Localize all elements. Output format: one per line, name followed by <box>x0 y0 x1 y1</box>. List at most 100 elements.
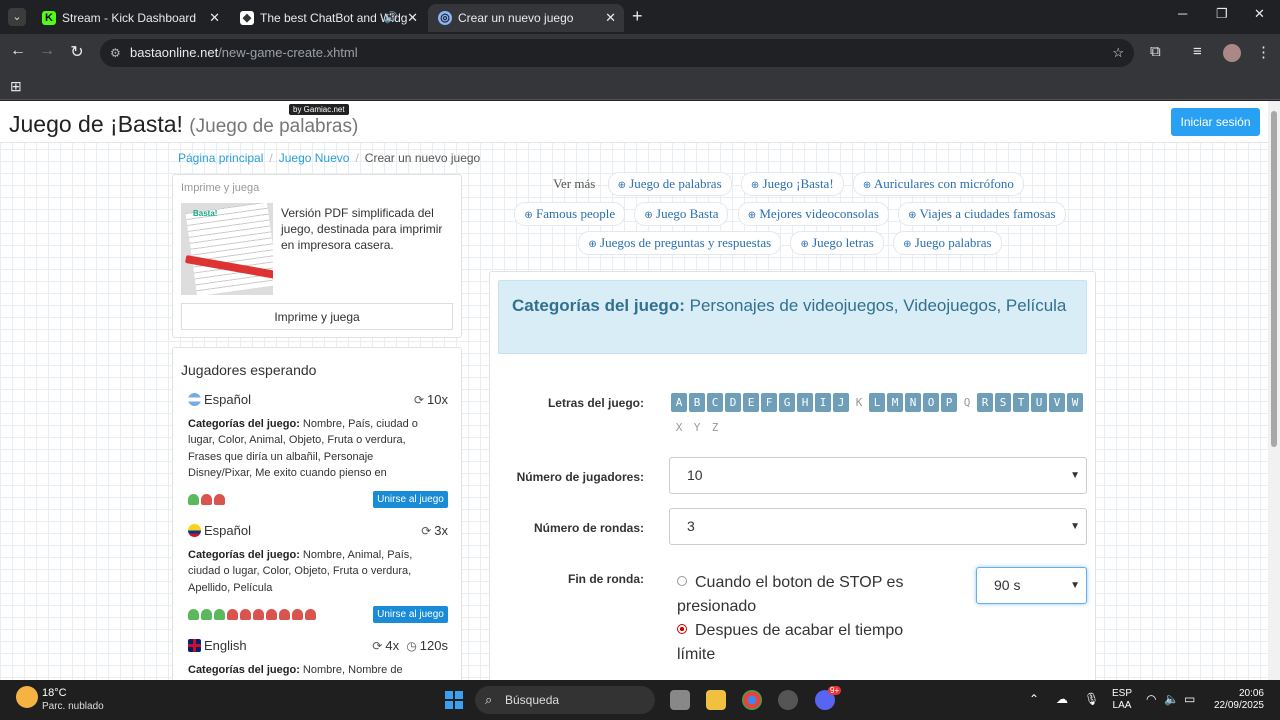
letter-toggle-k[interactable]: K <box>851 393 867 412</box>
letter-toggle-l[interactable]: L <box>869 393 885 412</box>
print-image-logo: Basta! <box>193 209 218 218</box>
tab-search-button[interactable]: ⌄ <box>8 8 26 26</box>
letter-toggle-h[interactable]: H <box>797 393 813 412</box>
taskbar-search[interactable]: ⌕ Búsqueda <box>475 686 655 714</box>
letter-toggle-r[interactable]: R <box>977 393 993 412</box>
extensions-icon[interactable]: ⧉ <box>1150 43 1161 60</box>
gamiac-badge[interactable]: by Gamiac.net <box>289 104 349 115</box>
letter-toggle-t[interactable]: T <box>1013 393 1029 412</box>
file-explorer-icon[interactable] <box>706 690 726 710</box>
letter-toggle-b[interactable]: B <box>689 393 705 412</box>
join-game-button[interactable]: Unirse al juego <box>373 606 448 623</box>
input-language[interactable]: ESP LAA <box>1112 688 1132 712</box>
address-bar[interactable]: ⚙ bastaonline.net/new-game-create.xhtml … <box>100 39 1134 67</box>
tag-link[interactable]: ⊕ Famous people <box>514 202 626 226</box>
letter-toggle-i[interactable]: I <box>815 393 831 412</box>
windows-start-icon[interactable] <box>445 691 463 709</box>
players-select[interactable]: 10 ▼ <box>669 457 1087 494</box>
letter-toggle-g[interactable]: G <box>779 393 795 412</box>
system-clock[interactable]: 20:06 22/09/2025 <box>1212 688 1264 712</box>
print-button[interactable]: Imprime y juega <box>181 303 453 330</box>
letter-toggle-d[interactable]: D <box>725 393 741 412</box>
volume-icon[interactable]: 🔈 <box>1164 692 1179 706</box>
login-button[interactable]: Iniciar sesión <box>1171 108 1260 136</box>
minimize-icon[interactable]: ─ <box>1178 6 1187 21</box>
room-card[interactable]: Español ⟳ 3x Categorías del juego: Nombre… <box>188 523 448 643</box>
radio-checked[interactable] <box>677 624 687 634</box>
letter-toggle-q[interactable]: Q <box>959 393 975 412</box>
print-game-image[interactable]: Basta! <box>181 203 273 295</box>
close-tab-icon[interactable]: ✕ <box>407 4 418 32</box>
close-tab-icon[interactable]: ✕ <box>209 4 220 32</box>
letter-toggle-x[interactable]: X <box>671 418 687 437</box>
letter-toggle-y[interactable]: Y <box>689 418 705 437</box>
close-window-icon[interactable]: ✕ <box>1254 6 1265 22</box>
tab-crear-juego[interactable]: ◎ Crear un nuevo juego ✕ <box>428 4 624 32</box>
letter-toggle-n[interactable]: N <box>905 393 921 412</box>
letter-toggle-w[interactable]: W <box>1067 393 1083 412</box>
onedrive-icon[interactable]: ☁ <box>1056 692 1068 706</box>
tag-link[interactable]: ⊕ Juego palabras <box>893 231 1002 255</box>
tag-link[interactable]: ⊕ Juegos de preguntas y respuestas <box>578 231 782 255</box>
tag-link[interactable]: ⊕ Juego ¡Basta! <box>740 172 844 196</box>
forward-icon[interactable]: → <box>36 42 58 60</box>
new-tab-button[interactable]: + <box>632 6 643 27</box>
site-title[interactable]: Juego de ¡Basta! (Juego de palabras) <box>9 111 358 138</box>
room-card[interactable]: English ⟳ 4x ◷ 120s Categorías del juego: … <box>188 638 448 678</box>
letter-toggle-c[interactable]: C <box>707 393 723 412</box>
room-rounds: 3x <box>434 523 448 538</box>
room-card[interactable]: Español ⟳ 10x Categorías del juego: Nombr… <box>188 392 448 512</box>
rounds-select[interactable]: 3 ▼ <box>669 508 1087 545</box>
tag-link[interactable]: ⊕ Juego Basta <box>634 202 729 226</box>
tag-link[interactable]: ⊕ Juego de palabras <box>607 172 732 196</box>
time-limit-select[interactable]: 90 s ▼ <box>976 567 1087 604</box>
end-option-stop[interactable]: Cuando el boton de STOP es presionado <box>677 571 937 619</box>
tag-link[interactable]: ⊕ Viajes a ciudades famosas <box>898 202 1066 226</box>
menu-icon[interactable]: ⋮ <box>1256 43 1271 61</box>
chrome-icon[interactable] <box>742 690 762 710</box>
page-scrollbar[interactable] <box>1268 101 1280 680</box>
tag-link[interactable]: ⊕ Auriculares con micrófono <box>852 172 1024 196</box>
letter-toggle-f[interactable]: F <box>761 393 777 412</box>
join-game-button[interactable]: Unirse al juego <box>373 491 448 508</box>
tag-link[interactable]: ⊕ Mejores videoconsolas <box>737 202 889 226</box>
room-categories: Categorías del juego: Nombre, País, ciud… <box>188 418 418 479</box>
site-info-icon[interactable]: ⚙ <box>110 39 121 67</box>
letter-toggle-v[interactable]: V <box>1049 393 1065 412</box>
letter-toggle-e[interactable]: E <box>743 393 759 412</box>
profile-avatar[interactable] <box>1223 44 1241 62</box>
radio-unchecked[interactable] <box>677 576 687 586</box>
breadcrumb-new-game[interactable]: Juego Nuevo <box>279 151 350 165</box>
tray-chevron-icon[interactable]: ⌃ <box>1029 692 1039 706</box>
letter-toggle-m[interactable]: M <box>887 393 903 412</box>
letter-toggle-s[interactable]: S <box>995 393 1011 412</box>
weather-icon[interactable] <box>16 686 38 708</box>
letter-toggle-o[interactable]: O <box>923 393 939 412</box>
obs-icon[interactable] <box>778 690 798 710</box>
tab-chatbot[interactable]: ◆ The best ChatBot and Widg 🔊 ✕ <box>230 4 426 32</box>
reload-icon[interactable]: ↻ <box>66 42 88 62</box>
tag-link[interactable]: ⊕ Juego letras <box>790 231 884 255</box>
audio-playing-icon[interactable]: 🔊 <box>384 4 398 32</box>
chevron-down-icon: ▼ <box>1070 580 1080 591</box>
microphone-icon[interactable]: 🎙 <box>1084 692 1099 706</box>
media-control-icon[interactable]: ≡ <box>1193 43 1202 60</box>
letter-toggle-j[interactable]: J <box>833 393 849 412</box>
tab-kick-dashboard[interactable]: K Stream - Kick Dashboard ✕ <box>32 4 228 32</box>
breadcrumb-home[interactable]: Página principal <box>178 151 263 165</box>
apps-grid-icon[interactable]: ⊞ <box>10 78 22 95</box>
scrollbar-thumb[interactable] <box>1271 111 1277 447</box>
letter-toggle-u[interactable]: U <box>1031 393 1047 412</box>
back-icon[interactable]: ← <box>7 42 29 60</box>
letter-toggle-z[interactable]: Z <box>707 418 723 437</box>
close-tab-icon[interactable]: ✕ <box>605 4 616 32</box>
bookmark-star-icon[interactable]: ☆ <box>1112 39 1124 67</box>
task-view-icon[interactable] <box>670 690 690 710</box>
wifi-icon[interactable]: ◠ <box>1146 692 1156 706</box>
letter-toggle-p[interactable]: P <box>941 393 957 412</box>
player-joined-icon <box>188 609 199 621</box>
battery-icon[interactable]: ▭ <box>1184 692 1195 706</box>
maximize-icon[interactable]: ❐ <box>1216 6 1228 22</box>
end-option-time[interactable]: Despues de acabar el tiempo límite <box>677 619 937 667</box>
letter-toggle-a[interactable]: A <box>671 393 687 412</box>
